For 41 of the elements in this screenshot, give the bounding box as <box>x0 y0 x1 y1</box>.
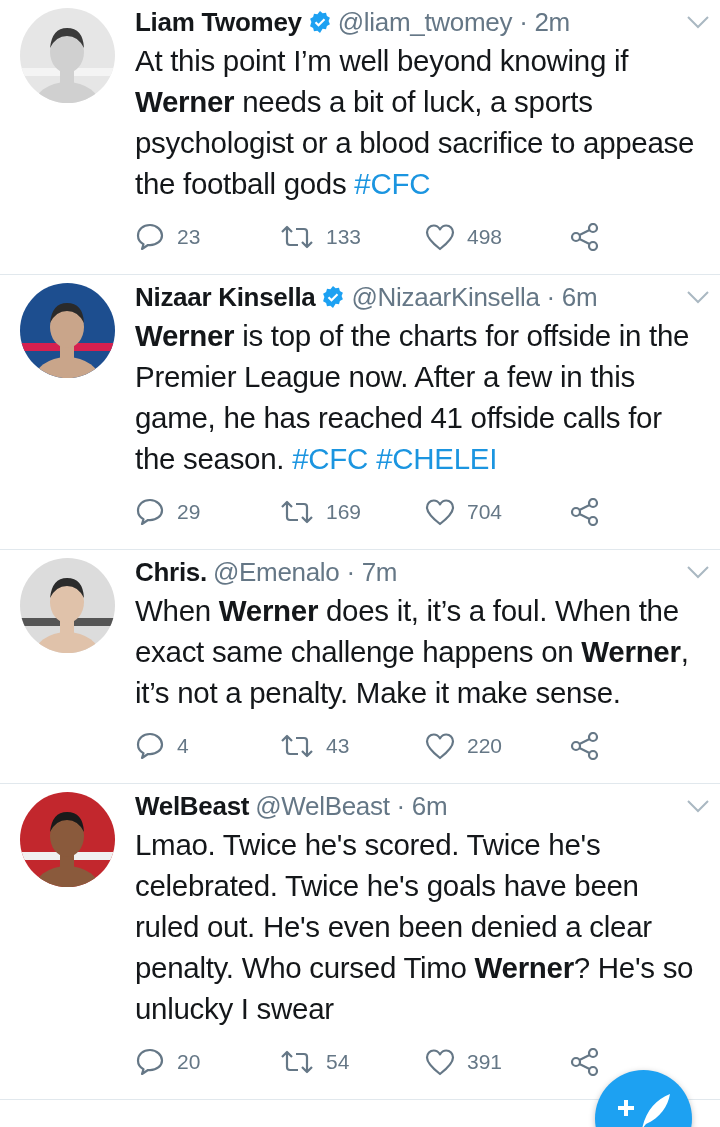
user-name[interactable]: WelBeast <box>135 790 250 822</box>
like-count: 220 <box>467 734 503 758</box>
user-name[interactable]: Chris. <box>135 556 207 588</box>
retweet-count: 54 <box>326 1050 350 1074</box>
reply-count: 4 <box>177 734 189 758</box>
tweet-text: When Werner does it, it’s a foul. When the exact same challenge happens on Werner, it’s not a penalty. Make it make sense. <box>135 593 690 711</box>
retweet-icon[interactable] <box>280 733 314 759</box>
compose-icon <box>616 1092 671 1127</box>
share-icon[interactable] <box>570 223 600 251</box>
reply-icon[interactable] <box>135 731 165 761</box>
retweet-count: 43 <box>326 734 350 758</box>
handle-and-time: @WelBeast · 6m <box>255 790 448 822</box>
handle-and-time: @liam_twomey · 2m <box>337 6 570 38</box>
like-count: 704 <box>467 500 503 524</box>
heart-icon[interactable] <box>425 498 455 526</box>
reply-count: 20 <box>177 1050 201 1074</box>
retweet-icon[interactable] <box>280 499 314 525</box>
heart-icon[interactable] <box>425 732 455 760</box>
share-icon[interactable] <box>570 1048 600 1076</box>
retweet-count: 133 <box>326 225 362 249</box>
reply-count: 29 <box>177 500 201 524</box>
user-name[interactable]: Liam Twomey <box>135 6 302 38</box>
tweet-text: Lmao. Twice he's scored. Twice he's celebrated. Twice he's goals have been ruled out. He's even been denied a clear penalty. Who cursed Timo Werner? He's so unlucky I swear <box>135 827 695 1027</box>
share-icon[interactable] <box>570 498 600 526</box>
reply-count: 23 <box>177 225 201 249</box>
heart-icon[interactable] <box>425 223 455 251</box>
reply-icon[interactable] <box>135 1047 165 1077</box>
tweet-text: Werner is top of the charts for offside in the Premier League now. After a few in this game, he has reached 41 offside calls for the season. #CFC #CHELEI <box>135 318 691 477</box>
retweet-icon[interactable] <box>280 224 314 250</box>
heart-icon[interactable] <box>425 1048 455 1076</box>
reply-icon[interactable] <box>135 222 165 252</box>
reply-icon[interactable] <box>135 497 165 527</box>
user-name[interactable]: Nizaar Kinsella <box>135 281 316 313</box>
handle-and-time: @NizaarKinsella · 6m <box>351 281 598 313</box>
retweet-icon[interactable] <box>280 1049 314 1075</box>
handle-and-time: @Emenalo · 7m <box>212 556 398 588</box>
share-icon[interactable] <box>570 732 600 760</box>
like-count: 498 <box>467 225 503 249</box>
tweet-text: At this point I’m well beyond knowing if Werner needs a bit of luck, a sports psychologist or a blood sacrifice to appease the football gods #CFC <box>135 43 696 202</box>
retweet-count: 169 <box>326 500 362 524</box>
like-count: 391 <box>467 1050 503 1074</box>
